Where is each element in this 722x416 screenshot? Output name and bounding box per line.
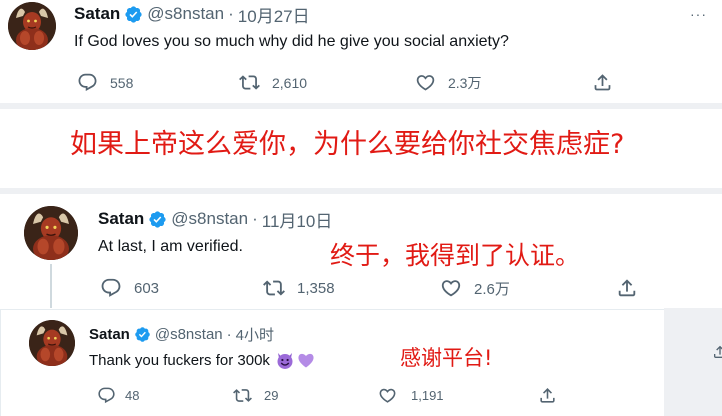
tweet-card-1[interactable]: Satan @s8nstan · 10月27日 ··· If God loves… [0,0,722,103]
retweet-button[interactable]: 2,610 [239,72,307,93]
purple-heart-emoji-icon [298,353,314,368]
handle[interactable]: @s8nstan [147,4,224,24]
share-button[interactable] [538,386,557,405]
avatar[interactable] [8,2,56,50]
thread-connector-line [50,264,52,308]
like-icon [378,386,397,405]
handle[interactable]: @s8nstan [171,209,248,229]
like-button[interactable]: 2.6万 [440,277,510,299]
share-button[interactable] [592,72,613,93]
like-count: 1,191 [411,388,444,403]
separator-dot: · [228,4,234,23]
like-count: 2.3万 [448,74,482,91]
like-icon [415,72,436,93]
display-name[interactable]: Satan [89,326,130,343]
verified-badge-icon [134,326,151,343]
reply-icon [77,72,98,93]
tweet-header: Satan @s8nstan · 4小时 [89,324,274,344]
share-icon [592,72,613,93]
tweet-header: Satan @s8nstan · 10月27日 [74,2,310,27]
reply-button[interactable]: 48 [97,386,139,405]
share-icon [616,277,638,299]
retweet-icon [239,72,260,93]
more-options-icon[interactable]: ··· [690,6,707,22]
tweet-text: If God loves you so much why did he give… [74,33,509,50]
like-button[interactable]: 1,191 [378,386,444,405]
retweet-icon [263,277,285,299]
avatar[interactable] [29,320,75,366]
verified-badge-icon [148,210,167,229]
tweet-card-3[interactable]: Satan @s8nstan · 4小时 Thank you fuckers f… [0,309,664,416]
avatar-image [24,206,78,260]
retweet-button[interactable]: 1,358 [263,277,335,299]
reply-count: 558 [110,74,134,91]
like-icon [440,277,462,299]
timestamp[interactable]: 11月10日 [262,207,333,232]
retweet-count: 29 [264,388,279,403]
share-icon [538,386,557,405]
tweet-text: At last, I am verified. [98,238,243,255]
share-button[interactable] [616,277,638,299]
like-count: 2.6万 [474,280,510,298]
retweet-count: 1,358 [297,279,335,297]
reply-button[interactable]: 558 [77,72,133,93]
reply-icon [100,277,122,299]
caption-translation-3: 感谢平台! [400,346,493,370]
timestamp[interactable]: 4小时 [236,324,274,345]
tweet-text: Thank you fuckers for 300k [89,350,316,370]
share-icon-partial[interactable] [712,344,722,360]
display-name[interactable]: Satan [74,4,120,24]
handle[interactable]: @s8nstan [155,326,223,343]
avatar-image [29,320,75,366]
retweet-count: 2,610 [272,74,308,91]
like-button[interactable]: 2.3万 [415,72,481,93]
tweet-header: Satan @s8nstan · 11月10日 [98,207,333,232]
reply-count: 603 [134,279,160,297]
retweet-icon [233,386,252,405]
avatar[interactable] [24,206,78,260]
reply-count: 48 [125,388,140,403]
smiling-devil-emoji-icon [277,353,293,369]
retweet-button[interactable]: 29 [233,386,278,405]
reply-icon [97,386,116,405]
separator-dot: · [226,325,232,343]
caption-translation-1: 如果上帝这么爱你，为什么要给你社交焦虑症? [70,129,625,160]
separator-band-top [0,103,722,109]
display-name[interactable]: Satan [98,209,144,229]
separator-dot: · [252,209,258,228]
avatar-image [8,2,56,50]
caption-translation-2: 终于，我得到了认证。 [330,241,581,270]
verified-badge-icon [124,5,143,24]
reply-button[interactable]: 603 [100,277,159,299]
tweet-text-content: Thank you fuckers for 300k [89,351,270,369]
timestamp[interactable]: 10月27日 [238,2,310,27]
